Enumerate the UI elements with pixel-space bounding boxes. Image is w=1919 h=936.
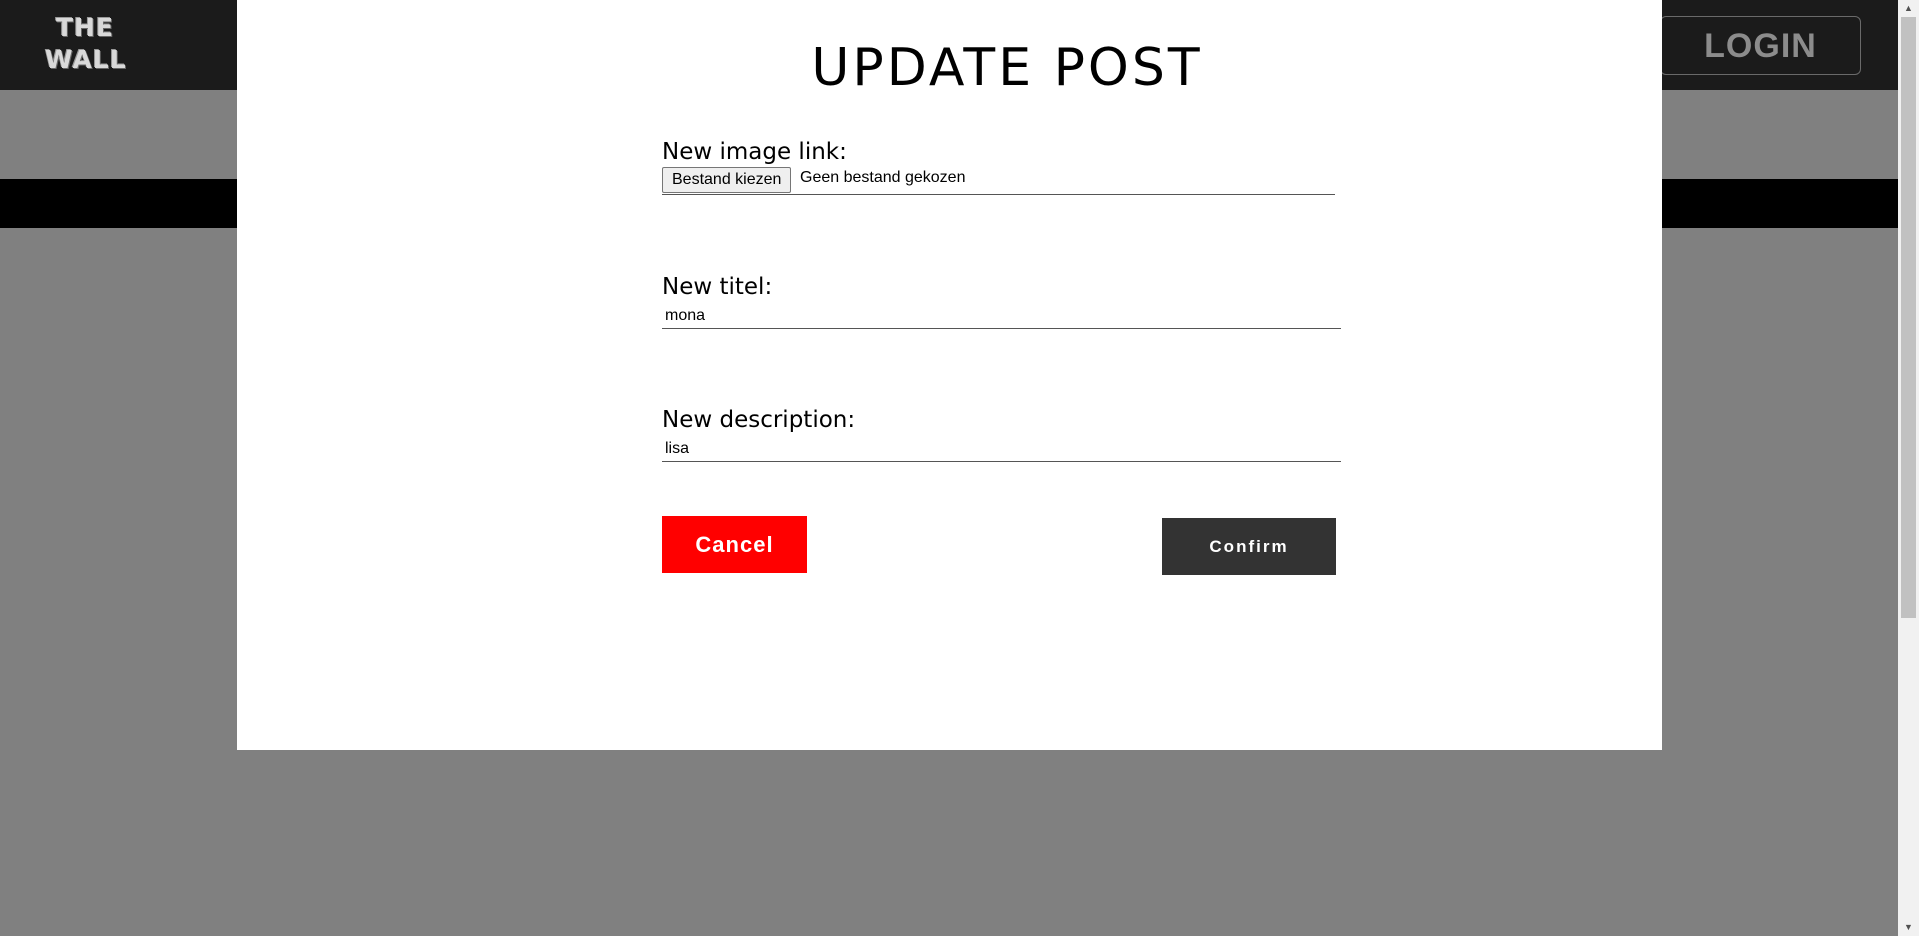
image-file-input[interactable]: Bestand kiezen Geen bestand gekozen — [662, 167, 1335, 195]
choose-file-button[interactable]: Bestand kiezen — [662, 167, 792, 193]
update-post-modal: UPDATE POST New image link: Bestand kiez… — [237, 0, 1662, 750]
file-status-text: Geen bestand gekozen — [800, 169, 966, 186]
page-scrollbar[interactable]: ▲ ▼ — [1898, 0, 1919, 936]
scroll-thumb[interactable] — [1901, 17, 1916, 618]
title-label: New titel: — [662, 274, 773, 300]
confirm-button[interactable]: Confirm — [1162, 518, 1336, 575]
description-input[interactable] — [662, 436, 1341, 462]
logo-line-2: WALL — [45, 45, 127, 74]
modal-title: UPDATE POST — [811, 38, 1203, 98]
title-input[interactable] — [662, 303, 1341, 329]
scroll-down-icon[interactable]: ▼ — [1898, 919, 1919, 936]
site-logo[interactable]: THE WALL — [45, 12, 127, 80]
cancel-button[interactable]: Cancel — [662, 516, 807, 573]
image-link-label: New image link: — [662, 139, 847, 165]
logo-line-1: THE — [55, 13, 115, 42]
description-label: New description: — [662, 407, 856, 433]
viewport: THE WALL LOGIN UPDATE POST New image lin… — [0, 0, 1919, 936]
scroll-up-icon[interactable]: ▲ — [1898, 0, 1919, 17]
